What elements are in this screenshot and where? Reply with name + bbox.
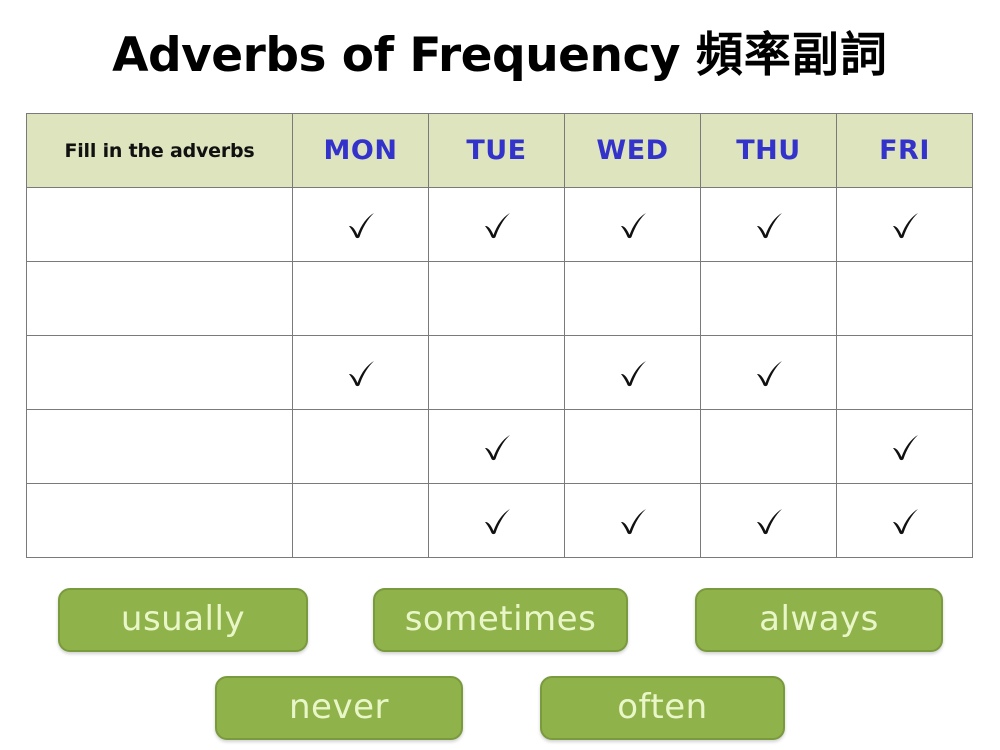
cell-tue[interactable] [428,409,565,484]
word-chip-label: usually [120,599,246,639]
word-chip-label: often [617,687,708,727]
check-icon [888,504,922,538]
adverb-answer-blank[interactable] [26,261,293,336]
header-day-tue: TUE [428,113,565,188]
cell-mon[interactable] [292,261,429,336]
page-title: Adverbs of Frequency 頻率副詞 [0,30,1000,82]
check-icon [480,208,514,242]
cell-tue[interactable] [428,187,565,262]
check-icon [752,356,786,390]
cell-wed[interactable] [564,335,701,410]
cell-fri[interactable] [836,409,973,484]
cell-mon[interactable] [292,335,429,410]
adverb-answer-blank[interactable] [26,483,293,558]
check-icon [616,208,650,242]
check-icon [888,208,922,242]
table-row [26,261,973,336]
cell-wed[interactable] [564,261,701,336]
check-icon [344,356,378,390]
table-header-row: Fill in the adverbs MON TUE WED THU FRI [26,113,973,188]
header-fill-in-the-adverbs: Fill in the adverbs [26,113,293,188]
check-icon [616,356,650,390]
check-icon [888,430,922,464]
word-chip-always[interactable]: always [695,588,943,652]
header-day-wed: WED [564,113,701,188]
table-row [26,409,973,484]
adverb-answer-blank[interactable] [26,187,293,262]
cell-thu[interactable] [700,335,837,410]
check-icon [752,208,786,242]
word-chip-never[interactable]: never [215,676,463,740]
table-body [26,187,973,558]
adverbs-frequency-table: Fill in the adverbs MON TUE WED THU FRI [26,113,973,558]
word-chip-label: never [289,687,389,727]
cell-thu[interactable] [700,261,837,336]
cell-mon[interactable] [292,409,429,484]
adverb-answer-blank[interactable] [26,409,293,484]
adverb-answer-blank[interactable] [26,335,293,410]
cell-mon[interactable] [292,187,429,262]
check-icon [616,504,650,538]
cell-thu[interactable] [700,409,837,484]
cell-thu[interactable] [700,187,837,262]
cell-tue[interactable] [428,261,565,336]
cell-tue[interactable] [428,335,565,410]
cell-wed[interactable] [564,187,701,262]
cell-fri[interactable] [836,483,973,558]
word-chip-usually[interactable]: usually [58,588,308,652]
word-chip-label: always [759,599,879,639]
cell-wed[interactable] [564,409,701,484]
header-day-mon: MON [292,113,429,188]
check-icon [480,430,514,464]
table-row [26,187,973,262]
header-day-fri: FRI [836,113,973,188]
word-chip-label: sometimes [404,599,597,639]
table-row [26,335,973,410]
cell-thu[interactable] [700,483,837,558]
cell-fri[interactable] [836,261,973,336]
check-icon [344,208,378,242]
word-chip-sometimes[interactable]: sometimes [373,588,628,652]
page-title-chinese: 頻率副詞 [695,28,888,83]
cell-tue[interactable] [428,483,565,558]
word-chip-often[interactable]: often [540,676,785,740]
cell-wed[interactable] [564,483,701,558]
cell-fri[interactable] [836,187,973,262]
page-title-english: Adverbs of Frequency [112,28,680,83]
cell-fri[interactable] [836,335,973,410]
table-row [26,483,973,558]
cell-mon[interactable] [292,483,429,558]
header-day-thu: THU [700,113,837,188]
check-icon [480,504,514,538]
check-icon [752,504,786,538]
